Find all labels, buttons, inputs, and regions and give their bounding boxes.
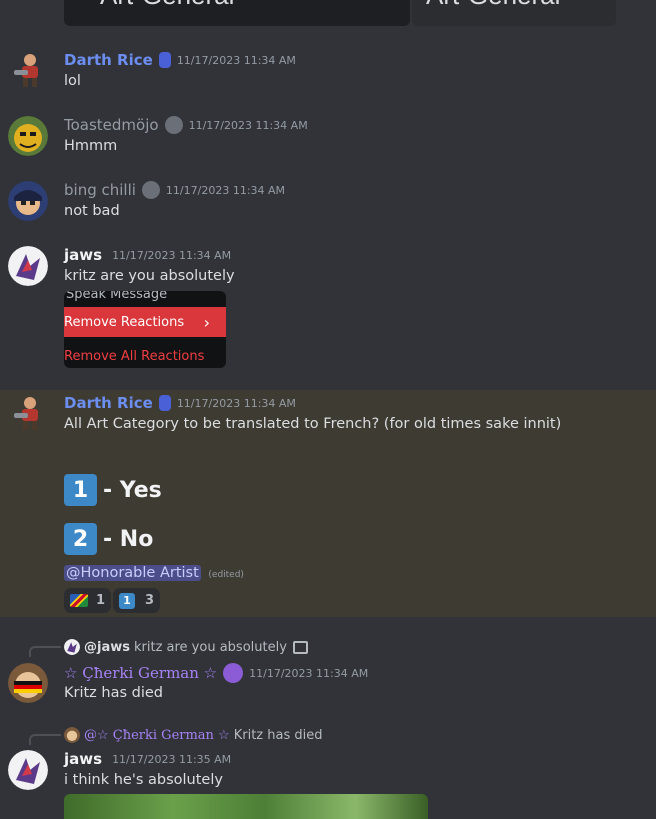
- message-header: ☆ Çħerki German ☆ 11/17/2023 11:34 AM: [64, 663, 368, 683]
- message-text: lol: [64, 73, 81, 89]
- timestamp: 11/17/2023 11:34 AM: [112, 248, 232, 262]
- reaction-button[interactable]: 1 3: [113, 588, 161, 613]
- avatar[interactable]: [8, 750, 48, 790]
- option-label: - Yes: [103, 477, 162, 503]
- role-icon: [223, 663, 244, 683]
- username[interactable]: ☆ Çħerki German ☆: [64, 664, 217, 682]
- image-attachment[interactable]: [64, 794, 428, 819]
- message-header: jaws 11/17/2023 11:35 AM: [64, 750, 231, 768]
- reply-spine: [29, 646, 61, 657]
- message-header: Darth Rice 11/17/2023 11:34 AM: [64, 51, 296, 69]
- timestamp: 11/17/2023 11:34 AM: [165, 183, 286, 197]
- reaction-count: 1: [96, 593, 106, 608]
- context-menu: Speak Message Remove Reactions › Remove …: [64, 291, 226, 368]
- username[interactable]: Toastedmöjo: [64, 116, 159, 134]
- avatar[interactable]: [8, 663, 48, 703]
- message-text: i think he's absolutely: [64, 772, 223, 788]
- banner-title-left: Art-General: [100, 0, 234, 11]
- reply-author: @jaws: [84, 639, 130, 655]
- reply-text: Kritz has died: [233, 727, 323, 743]
- username[interactable]: jaws: [64, 246, 102, 264]
- reply-spine: [29, 734, 61, 745]
- role-icon: [158, 52, 171, 68]
- timestamp: 11/17/2023 11:34 AM: [188, 118, 308, 132]
- channel-banner-left: Art-General ×: [64, 0, 410, 26]
- avatar[interactable]: [8, 50, 48, 90]
- flag-namibia-icon: [70, 594, 88, 607]
- avatar[interactable]: [8, 181, 48, 221]
- image-icon: [292, 640, 308, 654]
- role-icon: [141, 181, 160, 199]
- role-icon: [158, 395, 171, 411]
- reaction-count: 3: [145, 593, 155, 608]
- keycap-1-icon: 1: [119, 592, 135, 609]
- message-header: jaws 11/17/2023 11:34 AM: [64, 246, 231, 264]
- poll-option-no: 2 - No: [64, 523, 153, 555]
- keycap-2-icon: 2: [64, 523, 97, 555]
- message-text: Kritz has died: [64, 685, 164, 701]
- chevron-right-icon: ›: [203, 312, 210, 332]
- message-text: All Art Category to be translated to Fre…: [64, 416, 562, 432]
- role-icon: [164, 116, 183, 134]
- avatar: [64, 639, 80, 655]
- menu-item-label: Remove Reactions: [64, 314, 185, 330]
- reaction-button[interactable]: 1: [64, 588, 112, 613]
- timestamp: 11/17/2023 11:34 AM: [176, 396, 296, 410]
- username[interactable]: bing chilli: [64, 181, 136, 199]
- banner-title-right: Art-General: [426, 0, 560, 11]
- channel-banner-right: Art-General: [412, 0, 616, 26]
- edited-label: (edited): [208, 570, 244, 580]
- close-icon[interactable]: ×: [348, 0, 361, 2]
- message-text: kritz are you absolutely: [64, 268, 235, 284]
- avatar[interactable]: [8, 116, 48, 156]
- option-label: - No: [103, 526, 154, 552]
- keycap-1-icon: 1: [64, 474, 97, 506]
- message-header: Toastedmöjo 11/17/2023 11:34 AM: [64, 116, 308, 134]
- avatar[interactable]: [8, 393, 48, 433]
- reply-reference[interactable]: @☆ Çħerki German ☆ Kritz has died: [64, 727, 322, 743]
- avatar[interactable]: [8, 246, 48, 286]
- reply-reference[interactable]: @jaws kritz are you absolutely: [64, 639, 308, 655]
- timestamp: 11/17/2023 11:35 AM: [112, 752, 232, 766]
- message-text: not bad: [64, 203, 120, 219]
- message-text: Hmmm: [64, 138, 118, 154]
- username[interactable]: Darth Rice: [64, 51, 153, 69]
- username[interactable]: Darth Rice: [64, 394, 153, 412]
- username[interactable]: jaws: [64, 750, 102, 768]
- role-mention[interactable]: @Honorable Artist: [64, 565, 201, 581]
- poll-option-yes: 1 - Yes: [64, 474, 162, 506]
- timestamp: 11/17/2023 11:34 AM: [249, 666, 369, 680]
- timestamp: 11/17/2023 11:34 AM: [176, 53, 296, 67]
- avatar: [64, 727, 80, 743]
- menu-item-remove-all-reactions[interactable]: Remove All Reactions: [64, 341, 226, 368]
- reply-text: kritz are you absolutely: [133, 639, 287, 655]
- message-header: Darth Rice 11/17/2023 11:34 AM: [64, 394, 296, 412]
- message-header: bing chilli 11/17/2023 11:34 AM: [64, 181, 285, 199]
- reply-author: @☆ Çħerki German ☆: [84, 727, 230, 743]
- mention-line: @Honorable Artist (edited): [64, 565, 244, 581]
- menu-item-remove-reactions[interactable]: Remove Reactions ›: [64, 307, 226, 337]
